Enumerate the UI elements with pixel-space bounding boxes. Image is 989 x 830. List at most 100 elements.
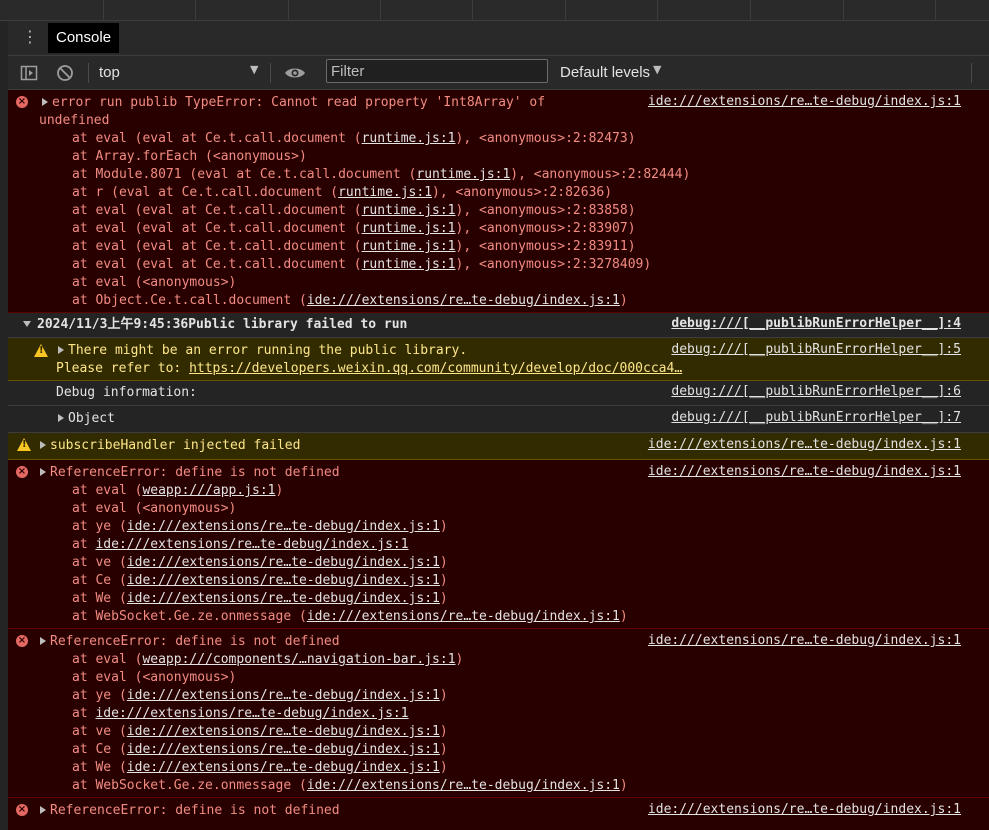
source-link[interactable]: debug:///[__publibRunErrorHelper__]:7 [671, 410, 961, 425]
stack-frame-link[interactable]: runtime.js:1 [362, 203, 456, 218]
source-link[interactable]: ide:///extensions/re…te-debug/index.js:1 [648, 802, 961, 817]
stack-frame-text: at eval (eval at Ce.t.call.document ( [72, 257, 362, 272]
expand-triangle-icon[interactable] [40, 806, 46, 814]
message-text: error run publib TypeError: Cannot read … [52, 95, 546, 110]
log-levels-dropdown[interactable]: Default levels [560, 64, 650, 81]
source-link[interactable]: debug:///[__publibRunErrorHelper__]:5 [671, 342, 961, 357]
chevron-down-icon[interactable]: ▼ [653, 63, 661, 76]
expand-triangle-icon[interactable] [40, 637, 46, 645]
object-label[interactable]: Object [68, 411, 115, 426]
stack-frame-link[interactable]: ide:///extensions/re…te-debug/index.js:1 [127, 742, 440, 757]
console-message-log: Debug information: debug:///[__publibRun… [8, 381, 989, 406]
source-link[interactable]: debug:///[__publibRunErrorHelper__]:6 [671, 384, 961, 399]
stack-frame-link[interactable]: ide:///extensions/re…te-debug/index.js:1 [307, 293, 620, 308]
stack-trace: at eval (weapp:///components/…navigation… [8, 651, 989, 795]
expand-triangle-icon[interactable] [40, 441, 46, 449]
expand-triangle-icon[interactable] [58, 346, 64, 354]
stack-frame: at Module.8071 (eval at Ce.t.call.docume… [8, 166, 989, 184]
context-selector[interactable]: top [99, 64, 120, 81]
stack-frame-text: at eval (<anonymous>) [72, 670, 237, 685]
stack-frame-link[interactable]: ide:///extensions/re…te-debug/index.js:1 [95, 537, 408, 552]
stack-frame: at We (ide:///extensions/re…te-debug/ind… [8, 590, 989, 608]
stack-frame: at ye (ide:///extensions/re…te-debug/ind… [8, 518, 989, 536]
console-group-header[interactable]: 2024/11/3上午9:45:36Public library failed … [8, 313, 989, 338]
stack-frame-link[interactable]: ide:///extensions/re…te-debug/index.js:1 [95, 706, 408, 721]
stack-frame-text: ) [439, 688, 448, 703]
source-link[interactable]: ide:///extensions/re…te-debug/index.js:1 [648, 633, 961, 648]
console-message-warning: subscribeHandler injected failed ide:///… [8, 433, 989, 460]
stack-frame-link[interactable]: ide:///extensions/re…te-debug/index.js:1 [127, 573, 440, 588]
divider [843, 0, 844, 20]
stack-frame: at ide:///extensions/re…te-debug/index.j… [8, 705, 989, 723]
stack-frame-link[interactable]: ide:///extensions/re…te-debug/index.js:1 [127, 519, 440, 534]
kebab-menu-icon[interactable]: ⋮ [22, 29, 38, 46]
stack-frame-text: ) [439, 591, 448, 606]
stack-frame-link[interactable]: weapp:///components/…navigation-bar.js:1 [142, 652, 455, 667]
docs-link[interactable]: https://developers.weixin.qq.com/communi… [189, 361, 682, 376]
stack-frame-link[interactable]: ide:///extensions/re…te-debug/index.js:1 [127, 591, 440, 606]
message-text-continued: undefined [39, 113, 110, 128]
drawer-tab-bar: ⋮ Console [8, 21, 989, 56]
stack-frame-link[interactable]: runtime.js:1 [362, 239, 456, 254]
stack-frame: at Ce (ide:///extensions/re…te-debug/ind… [8, 572, 989, 590]
stack-frame-text: at ye ( [72, 519, 127, 534]
stack-frame: at eval (eval at Ce.t.call.document (run… [8, 256, 989, 274]
stack-frame: at eval (eval at Ce.t.call.document (run… [8, 130, 989, 148]
stack-frame-link[interactable]: ide:///extensions/re…te-debug/index.js:1 [127, 688, 440, 703]
tab-console[interactable]: Console [48, 23, 120, 53]
divider [380, 0, 381, 20]
chevron-down-icon[interactable]: ▼ [250, 63, 258, 76]
stack-frame-text: at [72, 537, 96, 552]
stack-frame-link[interactable]: ide:///extensions/re…te-debug/index.js:1 [127, 724, 440, 739]
stack-frame-link[interactable]: runtime.js:1 [362, 221, 456, 236]
sidebar-toggle-icon[interactable] [20, 64, 38, 82]
stack-frame: at Object.Ce.t.call.document (ide:///ext… [8, 292, 989, 310]
stack-frame-link[interactable]: runtime.js:1 [416, 167, 510, 182]
stack-frame-link[interactable]: runtime.js:1 [338, 185, 432, 200]
stack-frame: at WebSocket.Ge.ze.onmessage (ide:///ext… [8, 608, 989, 626]
stack-frame-text: ) [275, 483, 284, 498]
stack-frame-link[interactable]: runtime.js:1 [362, 257, 456, 272]
stack-frame: at ve (ide:///extensions/re…te-debug/ind… [8, 554, 989, 572]
stack-frame: at eval (<anonymous>) [8, 500, 989, 518]
toolbar-divider [270, 63, 271, 83]
source-link[interactable]: ide:///extensions/re…te-debug/index.js:1 [648, 464, 961, 479]
expand-triangle-icon[interactable] [40, 468, 46, 476]
source-link[interactable]: ide:///extensions/re…te-debug/index.js:1 [648, 437, 961, 452]
divider [103, 0, 104, 20]
console-message-error: × ReferenceError: define is not defined … [8, 798, 989, 830]
stack-frame-link[interactable]: ide:///extensions/re…te-debug/index.js:1 [307, 609, 620, 624]
stack-frame-link[interactable]: ide:///extensions/re…te-debug/index.js:1 [127, 760, 440, 775]
stack-frame: at r (eval at Ce.t.call.document (runtim… [8, 184, 989, 202]
divider [935, 0, 936, 20]
stack-frame-link[interactable]: weapp:///app.js:1 [142, 483, 275, 498]
message-text: ReferenceError: define is not defined [50, 803, 340, 818]
expand-triangle-icon[interactable] [42, 98, 48, 106]
expand-triangle-icon[interactable] [58, 414, 64, 422]
stack-frame: at eval (eval at Ce.t.call.document (run… [8, 202, 989, 220]
stack-frame-link[interactable]: ide:///extensions/re…te-debug/index.js:1 [307, 778, 620, 793]
message-text: Please refer to: [56, 361, 190, 376]
stack-frame-text: ) [619, 609, 628, 624]
message-text: ReferenceError: define is not defined [50, 634, 340, 649]
stack-frame-text: ) [439, 760, 448, 775]
eye-icon[interactable] [284, 64, 306, 82]
source-link[interactable]: ide:///extensions/re…te-debug/index.js:1 [648, 94, 961, 109]
stack-trace: at eval (weapp:///app.js:1) at eval (<ano… [8, 482, 989, 626]
stack-frame-link[interactable]: runtime.js:1 [362, 131, 456, 146]
stack-frame: at ve (ide:///extensions/re…te-debug/ind… [8, 723, 989, 741]
stack-frame-text: at We ( [72, 591, 127, 606]
clear-console-icon[interactable] [56, 64, 74, 82]
stack-frame-text: at [72, 706, 96, 721]
filter-input[interactable]: Filter [326, 59, 548, 83]
source-link[interactable]: debug:///[__publibRunErrorHelper__]:4 [671, 316, 961, 331]
top-strip [0, 0, 989, 21]
stack-trace: at eval (eval at Ce.t.call.document (run… [8, 130, 989, 310]
console-messages: × error run publib TypeError: Cannot rea… [8, 90, 989, 830]
collapse-triangle-icon[interactable] [23, 321, 31, 327]
divider [750, 0, 751, 20]
stack-frame-link[interactable]: ide:///extensions/re…te-debug/index.js:1 [127, 555, 440, 570]
console-message-log: Object debug:///[__publibRunErrorHelper_… [8, 406, 989, 433]
stack-frame-text: ), <anonymous>:2:82444) [510, 167, 691, 182]
stack-frame-text: ) [439, 724, 448, 739]
